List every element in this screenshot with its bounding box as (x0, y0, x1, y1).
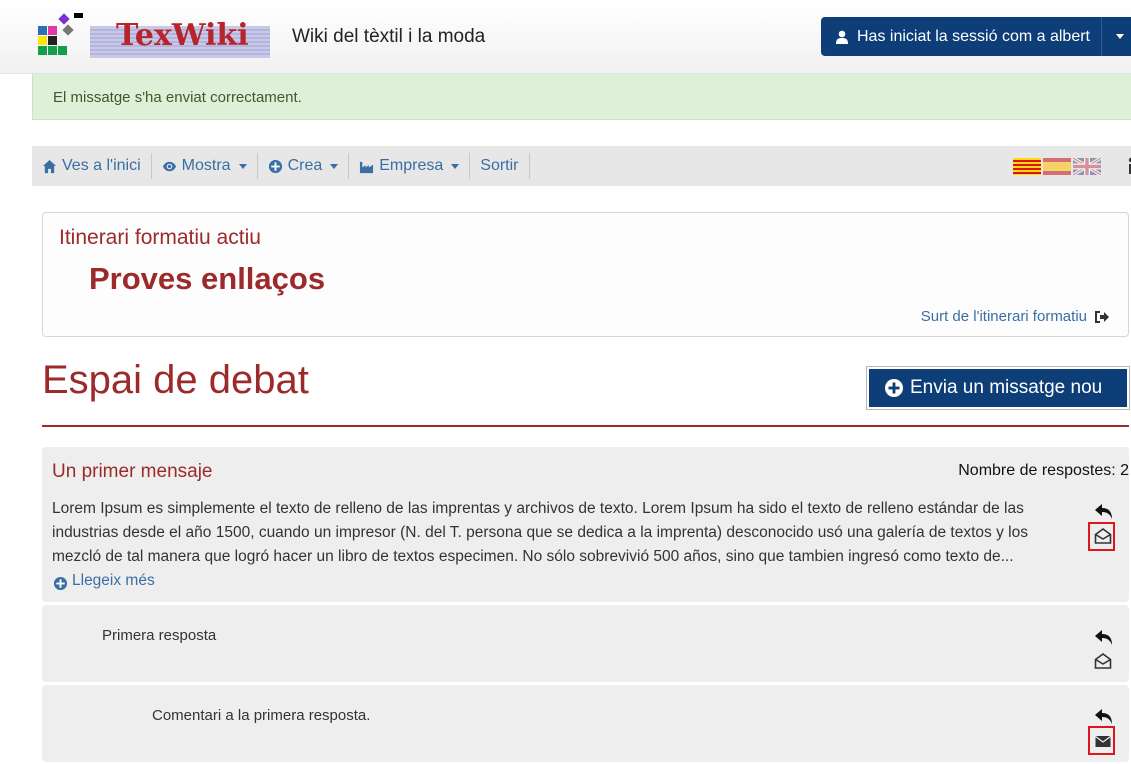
exit-itinerary-label: Surt de l'itinerari formatiu (920, 308, 1087, 325)
new-message-label: Envia un missatge nou (910, 377, 1103, 398)
chevron-down-icon (330, 163, 339, 169)
read-more-link[interactable]: Llegeix més (52, 569, 155, 593)
nav-create-label: Crea (287, 157, 323, 174)
nav-show[interactable]: Mostra (152, 153, 258, 179)
thread-body-text: Lorem Ipsum es simplemente el texto de r… (52, 500, 1028, 565)
title-divider (42, 425, 1129, 427)
chevron-down-icon (1115, 34, 1124, 39)
site-tagline: Wiki del tèxtil i la moda (292, 26, 486, 47)
reply-icon[interactable] (1094, 707, 1114, 725)
reply-count: Nombre de respostes: 2 (958, 462, 1129, 479)
nav-logout[interactable]: Sortir (470, 153, 530, 179)
nav-create[interactable]: Crea (258, 153, 350, 179)
user-icon (836, 30, 848, 44)
plus-circle-icon (268, 159, 282, 173)
highlight-box (1088, 726, 1115, 755)
nav-home-label: Ves a l'inici (62, 157, 141, 174)
language-selector (1013, 158, 1101, 175)
nav-company[interactable]: Empresa (349, 153, 471, 179)
plus-circle-icon (53, 576, 68, 590)
active-itinerary-panel: Itinerari formatiu actiu Proves enllaços… (42, 212, 1129, 337)
highlight-box (1088, 522, 1115, 551)
nav-home[interactable]: Ves a l'inici (32, 153, 152, 179)
svg-text:TexWiki: TexWiki (116, 18, 249, 53)
reply-item: Comentari a la primera resposta. (42, 685, 1129, 762)
chevron-down-icon (238, 163, 247, 169)
success-alert: El missatge s'ha enviat correctament. (32, 74, 1131, 120)
factory-icon (360, 161, 374, 173)
eye-icon (162, 161, 176, 171)
new-message-button[interactable]: Envia un missatge nou (866, 366, 1130, 410)
nav-show-label: Mostra (181, 157, 231, 174)
reply-text[interactable]: Comentari a la primera resposta. (152, 707, 370, 724)
user-menu-toggle[interactable] (1101, 17, 1131, 56)
reply-icon[interactable] (1094, 628, 1114, 646)
reply-icon[interactable] (1094, 502, 1114, 520)
nav-logout-label: Sortir (480, 157, 519, 174)
nav-company-label: Empresa (379, 157, 444, 174)
page-title: Espai de debat (42, 358, 309, 402)
flag-spanish-icon[interactable] (1043, 158, 1071, 175)
thread-title[interactable]: Un primer mensaje (52, 461, 213, 483)
sign-out-icon (1095, 310, 1109, 323)
alert-message: El missatge s'ha enviat correctament. (53, 89, 302, 106)
home-icon (42, 159, 57, 173)
itinerary-title[interactable]: Proves enllaços (89, 261, 325, 297)
user-menu-label: Has iniciat la sessió com a albert (857, 27, 1090, 45)
plus-circle-icon (885, 379, 903, 397)
read-more-label: Llegeix més (72, 572, 155, 589)
envelope-open-icon[interactable] (1094, 652, 1112, 670)
reply-text[interactable]: Primera resposta (102, 627, 216, 644)
reply-item: Primera resposta (42, 605, 1129, 682)
texwiki-logo[interactable]: TexWiki (36, 12, 276, 62)
chevron-down-icon (451, 163, 460, 169)
itinerary-label: Itinerari formatiu actiu (59, 226, 261, 249)
info-icon[interactable] (1126, 157, 1131, 175)
thread-post: Un primer mensaje Nombre de respostes: 2… (42, 447, 1129, 602)
top-header: TexWiki Wiki del tèxtil i la moda Has in… (0, 0, 1131, 74)
thread-body: Lorem Ipsum es simplemente el texto de r… (52, 497, 1042, 597)
user-menu-button[interactable]: Has iniciat la sessió com a albert (821, 17, 1101, 56)
exit-itinerary-link[interactable]: Surt de l'itinerari formatiu (921, 308, 1110, 325)
flag-catalan-icon[interactable] (1013, 158, 1041, 175)
flag-english-icon[interactable] (1073, 158, 1101, 175)
main-navbar: Ves a l'inici Mostra Crea Empresa Sortir (32, 146, 1131, 186)
